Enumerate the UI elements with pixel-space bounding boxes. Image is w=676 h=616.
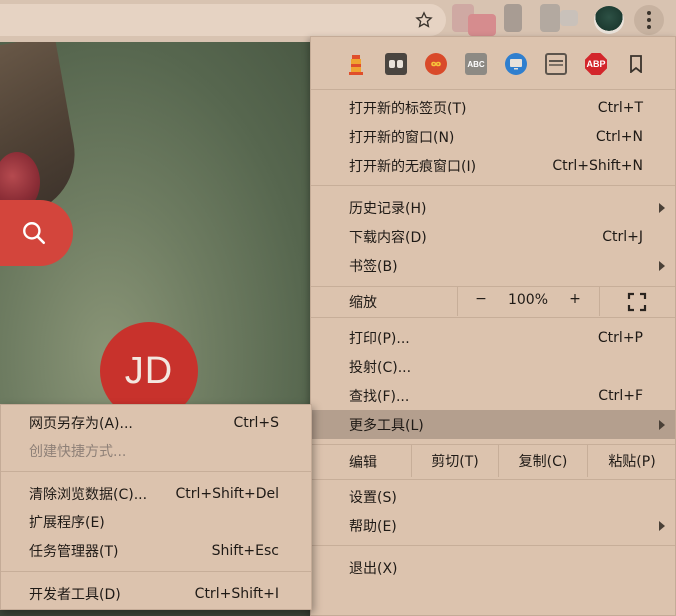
submenu-item-clear-data[interactable]: 清除浏览数据(C)... Ctrl+Shift+Del: [1, 480, 311, 508]
fullscreen-icon[interactable]: [627, 292, 647, 312]
menu-separator: [1, 471, 311, 472]
zoom-in-button[interactable]: +: [565, 291, 585, 307]
menu-item-more-tools[interactable]: 更多工具(L): [311, 410, 675, 439]
menu-edit-row: 编辑 剪切(T) 复制(C) 粘贴(P): [311, 445, 675, 477]
menu-item-cast[interactable]: 投射(C)...: [311, 352, 675, 381]
menu-separator: [311, 185, 675, 186]
search-icon: [23, 222, 46, 245]
menu-separator: [311, 89, 675, 90]
bookmark-star-icon[interactable]: [408, 4, 440, 36]
menu-separator: [311, 317, 675, 318]
profile-avatar[interactable]: [594, 6, 624, 34]
infinity-extension-icon[interactable]: [425, 53, 447, 75]
menu-item-exit[interactable]: 退出(X): [311, 553, 675, 582]
screen-extension-icon[interactable]: [505, 53, 527, 75]
menu-item-print[interactable]: 打印(P)... Ctrl+P: [311, 323, 675, 352]
menu-extension-row: ABC ABP: [311, 37, 675, 89]
edit-copy-button[interactable]: 复制(C): [499, 445, 587, 477]
menu-separator: [311, 479, 675, 480]
more-tools-submenu: 网页另存为(A)... Ctrl+S 创建快捷方式... 清除浏览数据(C)..…: [0, 404, 312, 610]
menu-separator: [1, 571, 311, 572]
menu-item-downloads[interactable]: 下载内容(D) Ctrl+J: [311, 222, 675, 251]
extension-icon-blurred[interactable]: [504, 4, 522, 32]
menu-item-new-incognito[interactable]: 打开新的无痕窗口(I) Ctrl+Shift+N: [311, 151, 675, 180]
submenu-item-task-manager[interactable]: 任务管理器(T) Shift+Esc: [1, 537, 311, 565]
tabs-extension-icon[interactable]: [385, 53, 407, 75]
window-extension-icon[interactable]: [545, 53, 567, 75]
chrome-main-menu: ABC ABP 打开新的标签页(T) Ctrl+T 打开新的窗口(N) Ctrl…: [310, 36, 676, 616]
extension-icon-blurred[interactable]: [540, 4, 560, 32]
chrome-menu-button[interactable]: [634, 5, 664, 35]
extension-icon-blurred[interactable]: [560, 10, 578, 26]
menu-separator: [311, 545, 675, 546]
menu-item-new-tab[interactable]: 打开新的标签页(T) Ctrl+T: [311, 93, 675, 122]
extension-icon-blurred[interactable]: [468, 14, 496, 36]
menu-item-bookmarks[interactable]: 书签(B): [311, 251, 675, 280]
bookmark-ribbon-icon[interactable]: [625, 53, 647, 75]
page-search-button[interactable]: [0, 200, 73, 266]
menu-zoom-row: 缩放 − 100% +: [311, 287, 675, 316]
submenu-item-save-page[interactable]: 网页另存为(A)... Ctrl+S: [1, 409, 311, 437]
submenu-arrow-icon: [659, 203, 665, 213]
submenu-item-extensions[interactable]: 扩展程序(E): [1, 508, 311, 536]
edit-paste-button[interactable]: 粘贴(P): [588, 445, 676, 477]
menu-item-find[interactable]: 查找(F)... Ctrl+F: [311, 381, 675, 410]
menu-item-settings[interactable]: 设置(S): [311, 482, 675, 511]
abc-extension-icon[interactable]: ABC: [465, 53, 487, 75]
submenu-item-dev-tools[interactable]: 开发者工具(D) Ctrl+Shift+I: [1, 580, 311, 608]
edit-cut-button[interactable]: 剪切(T): [412, 445, 498, 477]
submenu-arrow-icon: [659, 521, 665, 531]
menu-item-new-window[interactable]: 打开新的窗口(N) Ctrl+N: [311, 122, 675, 151]
submenu-arrow-icon: [659, 420, 665, 430]
zoom-out-button[interactable]: −: [471, 291, 491, 307]
submenu-item-create-shortcut: 创建快捷方式...: [29, 444, 127, 460]
menu-item-history[interactable]: 历史记录(H): [311, 193, 675, 222]
zoom-level: 100%: [507, 292, 549, 308]
menu-item-help[interactable]: 帮助(E): [311, 511, 675, 540]
adblock-plus-icon[interactable]: ABP: [585, 53, 607, 75]
lighthouse-extension-icon[interactable]: [345, 53, 367, 75]
address-bar[interactable]: [0, 4, 446, 36]
submenu-arrow-icon: [659, 261, 665, 271]
